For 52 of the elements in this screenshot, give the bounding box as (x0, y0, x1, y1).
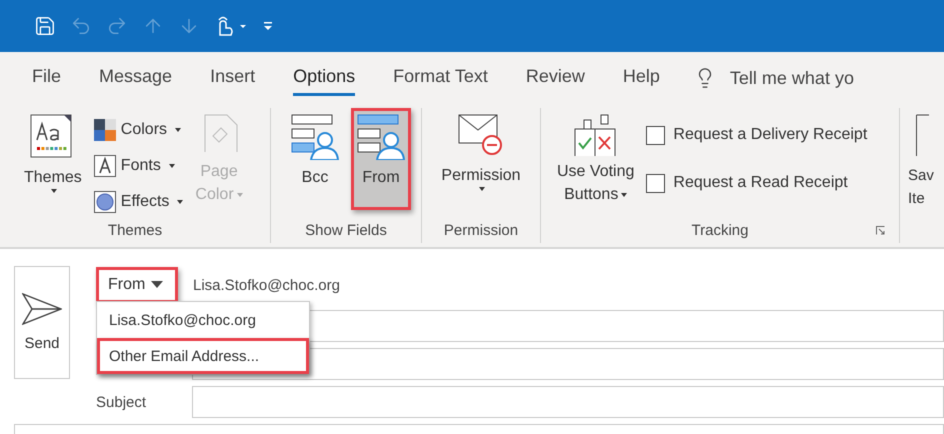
subject-label: Subject (96, 394, 148, 410)
ribbon-tab[interactable]: Insert (210, 60, 256, 96)
caret-icon (168, 164, 175, 168)
save-icon (34, 15, 56, 37)
from-field-button[interactable]: From (351, 108, 411, 210)
sender-address: Lisa.Stofko@choc.org (193, 276, 340, 294)
caret-icon (175, 128, 182, 132)
colors-button[interactable]: Colors (94, 116, 184, 144)
voting-buttons-button[interactable]: Use Voting Buttons (551, 108, 640, 210)
ribbon-tab[interactable]: Format Text (393, 60, 488, 96)
ribbon-tab[interactable]: Help (622, 60, 660, 96)
save-items-button[interactable]: Sav Ite (908, 108, 934, 210)
undo-icon (70, 15, 92, 37)
save-button[interactable] (34, 15, 56, 37)
effects-button[interactable]: Effects (94, 188, 184, 216)
caret-icon (177, 200, 184, 204)
group-label: Tracking (692, 220, 748, 240)
group-label: Show Fields (305, 220, 387, 240)
bcc-field-button[interactable]: Bcc (285, 108, 345, 210)
dialog-launcher-icon[interactable] (876, 226, 885, 235)
send-icon (22, 293, 62, 325)
document-icon (916, 114, 929, 156)
envelope-restricted-icon (458, 114, 504, 156)
address-fields-icon (291, 114, 339, 160)
send-button[interactable]: Send (14, 266, 70, 379)
customize-icon (262, 20, 274, 32)
group-label: Permission (444, 220, 518, 240)
color-palette-icon (94, 119, 116, 141)
tell-me-field[interactable]: Tell me what yo (730, 68, 854, 88)
permission-button[interactable]: Permission (435, 108, 527, 210)
caret-icon (151, 281, 164, 289)
receipt-checkbox[interactable]: Request a Delivery Receipt (646, 122, 868, 148)
redo-icon (106, 15, 128, 37)
voting-buttons-icon (574, 114, 618, 156)
effects-icon (94, 191, 116, 213)
caret-icon (51, 189, 58, 193)
ribbon-tab[interactable]: Options (293, 60, 356, 96)
menu-item[interactable]: Other Email Address... (97, 338, 309, 374)
ribbon-tab[interactable]: Message (99, 60, 172, 96)
themes-button[interactable]: Themes (18, 108, 88, 210)
fonts-button[interactable]: Fonts (94, 152, 184, 180)
caret-icon (479, 187, 486, 191)
receipt-checkbox[interactable]: Request a Read Receipt (646, 170, 868, 196)
font-icon (94, 155, 116, 177)
ribbon-tab[interactable]: File (32, 60, 62, 96)
group-label: Themes (108, 220, 162, 240)
ribbon-tab[interactable]: Review (526, 60, 585, 96)
menu-item[interactable]: Lisa.Stofko@choc.org (97, 302, 309, 338)
subject-field[interactable] (192, 386, 944, 418)
from-dropdown-button[interactable]: From (96, 267, 178, 303)
address-fields-icon (357, 114, 405, 160)
customize-button[interactable] (262, 20, 274, 32)
